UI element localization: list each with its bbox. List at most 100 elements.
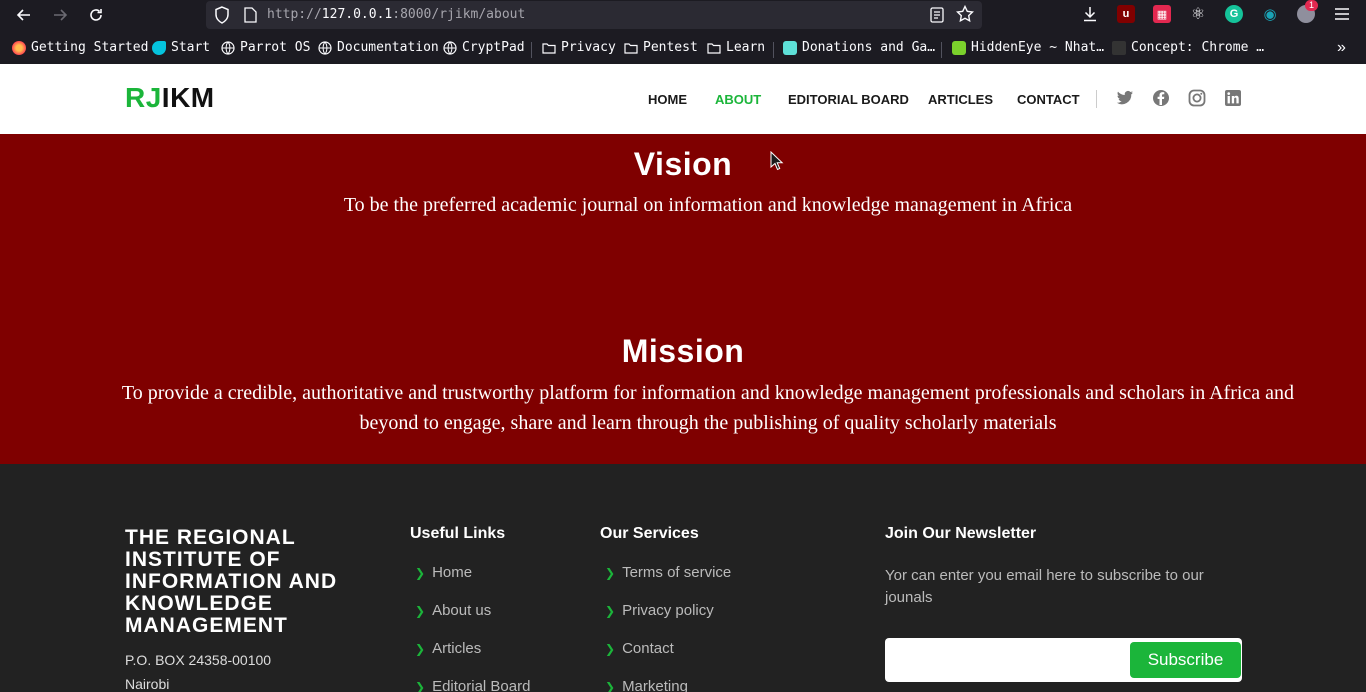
react-devtools-icon[interactable]: ⚛: [1189, 5, 1207, 23]
subscribe-button[interactable]: Subscribe: [1130, 642, 1241, 678]
extension-badge: 1: [1305, 0, 1318, 11]
facebook-icon[interactable]: [1152, 89, 1170, 107]
url-path: :8000/rjikm/about: [392, 7, 526, 22]
mission-heading: Mission: [621, 333, 745, 369]
folder-icon: [624, 42, 638, 54]
linkedin-icon[interactable]: [1224, 89, 1242, 107]
newsletter-heading: Join Our Newsletter: [885, 525, 1037, 542]
site-logo[interactable]: RJIKM: [125, 82, 215, 114]
bookmark-label: Privacy: [561, 40, 616, 55]
footer-link-articles[interactable]: ❯ Articles: [415, 640, 481, 657]
bookmark-documentation[interactable]: Documentation: [318, 40, 439, 55]
useful-links-heading: Useful Links: [410, 525, 506, 542]
url-protocol: http://: [267, 7, 322, 22]
footer-link-label: Editorial Board: [432, 678, 531, 692]
bookmark-folder-pentest[interactable]: Pentest: [624, 40, 698, 55]
bookmark-concept-chrome[interactable]: Concept: Chrome …: [1112, 40, 1264, 55]
nav-contact[interactable]: CONTACT: [1017, 92, 1080, 107]
chevron-right-icon: ❯: [415, 566, 426, 580]
mission-text-line2: beyond to engage, share and learn throug…: [359, 412, 1057, 434]
download-icon[interactable]: [1081, 5, 1099, 23]
extension-circle-icon[interactable]: ◉: [1261, 5, 1279, 23]
footer-link-label: Articles: [432, 640, 482, 657]
reload-icon[interactable]: [84, 3, 108, 27]
footer-link-contact[interactable]: ❯ Contact: [605, 640, 674, 657]
chevron-right-double-icon[interactable]: »: [1337, 39, 1346, 57]
grammarly-icon[interactable]: G: [1225, 5, 1243, 23]
footer-address-line1: P.O. BOX 24358-00100: [125, 652, 272, 668]
bookmark-label: Learn: [726, 40, 766, 55]
footer-link-label: Privacy policy: [622, 602, 714, 619]
bookmark-label: CryptPad: [462, 40, 525, 55]
back-arrow-icon[interactable]: [12, 3, 36, 27]
bookmark-separator: [531, 42, 532, 58]
parrot-icon: [152, 40, 166, 55]
url-bar[interactable]: http://127.0.0.1:8000/rjikm/about: [206, 1, 982, 29]
footer-link-about[interactable]: ❯ About us: [415, 602, 491, 619]
bookmark-label: Documentation: [337, 40, 439, 55]
footer-link-home[interactable]: ❯ Home: [415, 564, 472, 581]
page-icon: [244, 7, 257, 23]
chevron-right-icon: ❯: [415, 642, 426, 656]
our-services-heading: Our Services: [600, 525, 699, 542]
vision-mission-section: Vision To be the preferred academic jour…: [0, 134, 1366, 464]
footer-link-editorial-board[interactable]: ❯ Editorial Board: [415, 678, 530, 692]
bookmark-label: Donations and Ga…: [802, 40, 936, 55]
site-footer: THE REGIONAL INSTITUTE OF INFORMATION AN…: [0, 464, 1366, 692]
bookmark-start[interactable]: Start: [152, 40, 210, 55]
ublock-icon[interactable]: u: [1117, 5, 1135, 23]
bookmark-getting-started[interactable]: Getting Started: [12, 40, 148, 55]
vision-text: To be the preferred academic journal on …: [343, 194, 1073, 216]
globe-icon: [221, 40, 235, 55]
bookmark-cryptpad[interactable]: CryptPad: [443, 40, 525, 55]
footer-link-label: Contact: [622, 640, 674, 657]
footer-link-privacy[interactable]: ❯ Privacy policy: [605, 602, 714, 619]
footer-link-label: Terms of service: [622, 564, 732, 581]
shield-icon[interactable]: [214, 6, 230, 24]
site-icon: [783, 40, 797, 55]
nav-divider: [1096, 90, 1097, 108]
bookmark-label: HiddenEye ~ Nhat…: [971, 40, 1105, 55]
footer-org-name: THE REGIONAL INSTITUTE OF INFORMATION AN…: [125, 526, 338, 637]
browser-chrome: http://127.0.0.1:8000/rjikm/about u ▦ ⚛ …: [0, 0, 1366, 64]
vision-heading: Vision: [633, 146, 733, 182]
browser-toolbar: http://127.0.0.1:8000/rjikm/about u ▦ ⚛ …: [0, 0, 1366, 30]
bookmark-star-icon[interactable]: [956, 5, 974, 23]
bookmark-label: Getting Started: [31, 40, 149, 55]
bookmark-folder-privacy[interactable]: Privacy: [542, 40, 616, 55]
url-text[interactable]: http://127.0.0.1:8000/rjikm/about: [267, 7, 525, 22]
newsletter-form: Subscribe: [885, 638, 1242, 682]
twitter-icon[interactable]: [1116, 89, 1134, 107]
nav-editorial-board[interactable]: EDITORIAL BOARD: [788, 92, 909, 107]
bookmark-folder-learn[interactable]: Learn: [707, 40, 765, 55]
folder-icon: [542, 42, 556, 54]
forward-arrow-icon[interactable]: [48, 3, 72, 27]
site-icon: [952, 40, 966, 55]
bookmark-hiddeneye[interactable]: HiddenEye ~ Nhat…: [952, 40, 1104, 55]
nav-home[interactable]: HOME: [648, 92, 687, 107]
extension-red-icon[interactable]: ▦: [1153, 5, 1171, 23]
mouse-cursor-icon: [770, 151, 784, 171]
footer-link-label: Marketing: [622, 678, 688, 692]
bookmark-parrot-os[interactable]: Parrot OS: [221, 40, 310, 55]
newsletter-description: Yor can enter you email here to subscrib…: [885, 567, 1204, 606]
reader-view-icon[interactable]: [930, 7, 944, 23]
newsletter-email-input[interactable]: [885, 638, 1130, 682]
mission-text-line1: To provide a credible, authoritative and…: [121, 382, 1295, 404]
bookmark-label: Concept: Chrome …: [1131, 40, 1265, 55]
nav-about[interactable]: ABOUT: [715, 92, 761, 107]
globe-icon: [318, 40, 332, 55]
bookmark-separator: [773, 42, 774, 58]
footer-link-terms[interactable]: ❯ Terms of service: [605, 564, 731, 581]
bookmark-label: Parrot OS: [240, 40, 311, 55]
hamburger-menu-icon[interactable]: [1333, 5, 1351, 23]
bookmark-label: Pentest: [643, 40, 698, 55]
nav-articles[interactable]: ARTICLES: [928, 92, 993, 107]
footer-address-line2: Nairobi: [125, 676, 170, 692]
chevron-right-icon: ❯: [605, 642, 616, 656]
folder-icon: [707, 42, 721, 54]
site-icon: [1112, 40, 1126, 55]
footer-link-marketing[interactable]: ❯ Marketing: [605, 678, 688, 692]
bookmark-donations[interactable]: Donations and Ga…: [783, 40, 935, 55]
instagram-icon[interactable]: [1188, 89, 1206, 107]
